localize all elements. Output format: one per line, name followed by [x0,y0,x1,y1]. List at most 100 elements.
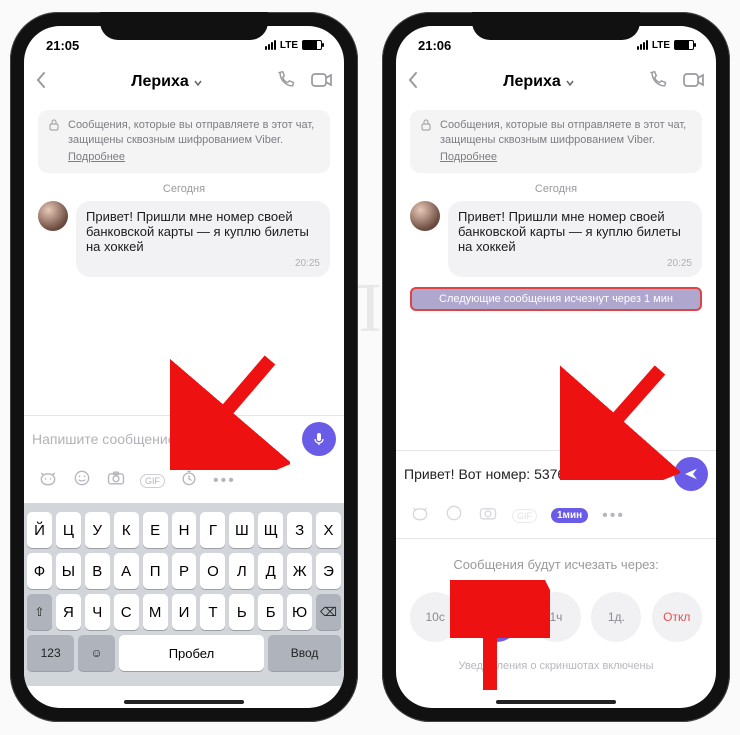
key-Е[interactable]: Е [143,512,168,548]
back-icon[interactable] [34,71,58,94]
video-call-icon[interactable] [310,70,334,95]
key-Я[interactable]: Я [56,594,81,630]
timer-icon[interactable] [179,468,199,493]
timer-active-pill[interactable]: 1мин [551,508,588,523]
message-input-bar [396,450,716,497]
encryption-more-link[interactable]: Подробнее [68,150,320,165]
screen-right: 21:06 LTE Лериха [396,26,716,708]
key-Ы[interactable]: Ы [56,553,81,589]
key-Щ[interactable]: Щ [258,512,283,548]
timer-option-1д.[interactable]: 1д. [591,592,641,642]
key-Т[interactable]: Т [200,594,225,630]
encryption-text: Сообщения, которые вы отправляете в этот… [440,119,686,146]
key-Ч[interactable]: Ч [85,594,110,630]
chat-navbar: Лериха [24,60,344,104]
key-М[interactable]: М [143,594,168,630]
voice-message-button[interactable] [302,422,336,456]
attachment-row: GIF ••• [24,462,344,503]
send-button[interactable] [674,457,708,491]
key-И[interactable]: И [172,594,197,630]
backspace-key[interactable]: ⌫ [316,594,341,630]
key-Ь[interactable]: Ь [229,594,254,630]
key-В[interactable]: В [85,553,110,589]
video-call-icon[interactable] [682,70,706,95]
key-Л[interactable]: Л [229,553,254,589]
status-time: 21:06 [418,38,451,53]
chat-navbar: Лериха [396,60,716,104]
key-З[interactable]: З [287,512,312,548]
key-Й[interactable]: Й [27,512,52,548]
encryption-notice: Сообщения, которые вы отправляете в этот… [410,110,702,173]
encryption-notice: Сообщения, которые вы отправляете в этот… [38,110,330,173]
key-Б[interactable]: Б [258,594,283,630]
key-Р[interactable]: Р [172,553,197,589]
signal-icon [637,40,648,50]
cat-sticker-icon[interactable] [410,503,430,528]
screenshot-note: Уведомления о скриншотах включены [408,660,704,672]
message-row: Привет! Пришли мне номер своей банковско… [38,201,330,277]
status-time: 21:05 [46,38,79,53]
key-Ф[interactable]: Ф [27,553,52,589]
gif-button[interactable]: GIF [512,509,537,523]
key-Х[interactable]: Х [316,512,341,548]
back-icon[interactable] [406,71,430,94]
avatar[interactable] [38,201,68,231]
emoji-key[interactable]: ☺ [78,635,114,671]
timer-option-Откл[interactable]: Откл [652,592,702,642]
home-indicator[interactable] [124,700,244,704]
message-input[interactable] [404,466,666,482]
chat-title[interactable]: Лериха [503,73,561,91]
home-indicator[interactable] [496,700,616,704]
call-icon[interactable] [276,70,296,95]
avatar[interactable] [410,201,440,231]
phone-frame-left: 21:05 LTE Лериха [10,12,358,722]
key-Ж[interactable]: Ж [287,553,312,589]
numeric-key[interactable]: 123 [27,635,74,671]
key-Н[interactable]: Н [172,512,197,548]
timer-option-1мин[interactable]: 1мин [471,592,521,642]
notch [472,12,640,40]
more-icon[interactable]: ••• [602,507,625,525]
battery-icon [674,40,694,50]
shift-key[interactable]: ⇧ [27,594,52,630]
camera-icon[interactable] [478,503,498,528]
enter-key[interactable]: Ввод [268,635,341,671]
key-К[interactable]: К [114,512,139,548]
day-label: Сегодня [410,183,702,195]
key-Г[interactable]: Г [200,512,225,548]
key-Ш[interactable]: Ш [229,512,254,548]
key-С[interactable]: С [114,594,139,630]
encryption-text: Сообщения, которые вы отправляете в этот… [68,119,314,146]
disappearing-timer-panel: Сообщения будут исчезать через: 10с1мин1… [396,538,716,686]
more-icon[interactable]: ••• [213,472,236,490]
timer-option-10с[interactable]: 10с [410,592,460,642]
smiley-icon[interactable] [72,468,92,493]
key-О[interactable]: О [200,553,225,589]
message-text: Привет! Пришли мне номер своей банковско… [458,209,681,254]
network-label: LTE [652,40,670,51]
chat-body: Сообщения, которые вы отправляете в этот… [396,104,716,450]
key-У[interactable]: У [85,512,110,548]
key-П[interactable]: П [143,553,168,589]
gif-button[interactable]: GIF [140,474,165,488]
message-input[interactable] [32,431,294,447]
key-Д[interactable]: Д [258,553,283,589]
key-А[interactable]: А [114,553,139,589]
chat-body: Сообщения, которые вы отправляете в этот… [24,104,344,415]
screen-left: 21:05 LTE Лериха [24,26,344,708]
key-Ц[interactable]: Ц [56,512,81,548]
lock-icon [48,118,60,137]
space-key[interactable]: Пробел [119,635,265,671]
timer-option-1ч[interactable]: 1ч [531,592,581,642]
key-Ю[interactable]: Ю [287,594,312,630]
key-Э[interactable]: Э [316,553,341,589]
encryption-more-link[interactable]: Подробнее [440,150,692,165]
call-icon[interactable] [648,70,668,95]
chat-title[interactable]: Лериха [131,73,189,91]
timer-panel-label: Сообщения будут исчезать через: [408,557,704,572]
message-text: Привет! Пришли мне номер своей банковско… [86,209,309,254]
camera-icon[interactable] [106,468,126,493]
cat-sticker-icon[interactable] [38,468,58,493]
network-label: LTE [280,40,298,51]
smiley-icon[interactable] [444,503,464,528]
